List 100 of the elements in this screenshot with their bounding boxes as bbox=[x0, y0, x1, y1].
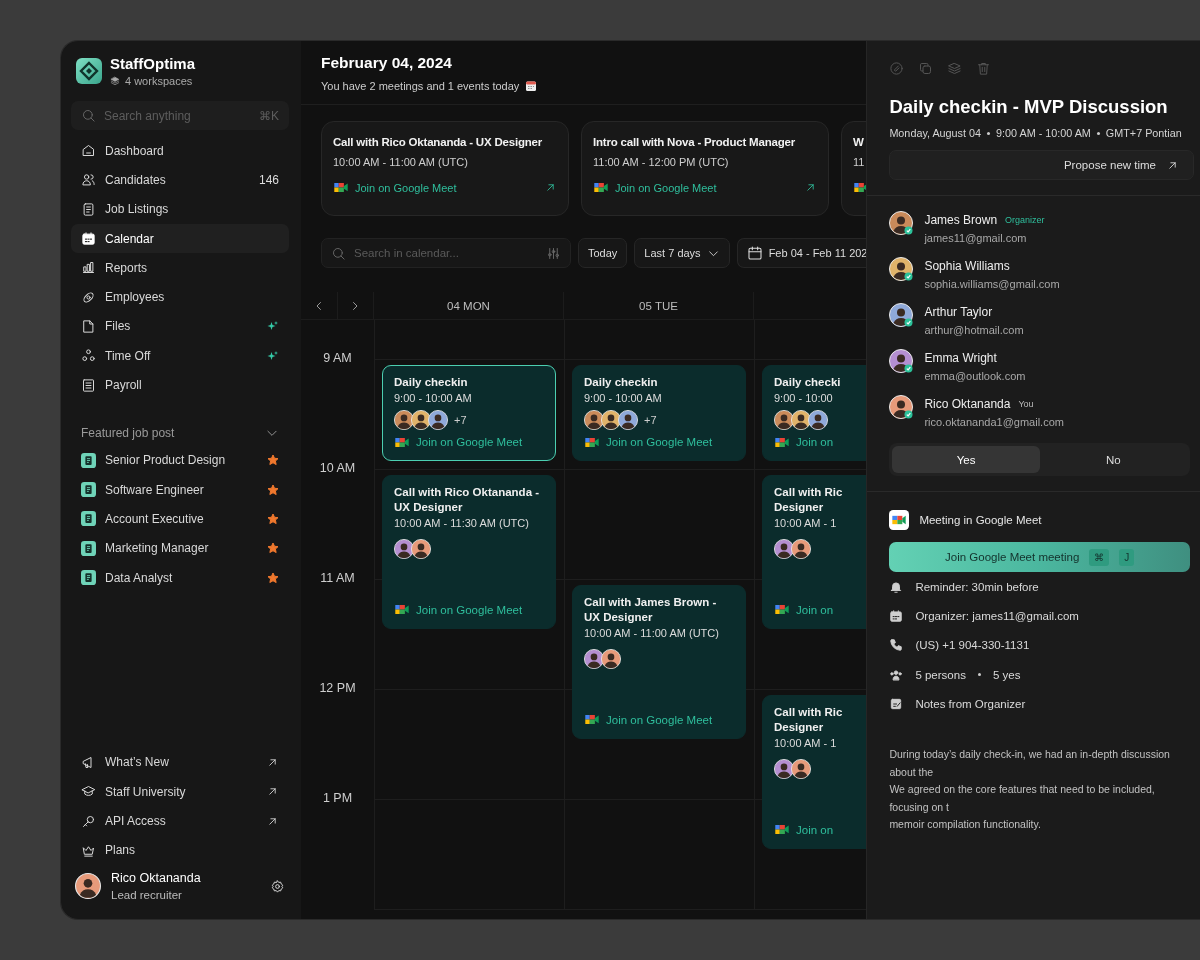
event-card[interactable]: Call with James Brown - UX Designer 10:00 AM - 11:00 AM (UTC) Join on Google Meet bbox=[572, 585, 746, 739]
meet-link[interactable]: Join on Google Meet bbox=[606, 713, 713, 726]
event-title: Call with James Brown - UX Designer bbox=[584, 595, 718, 625]
users-icon bbox=[81, 172, 96, 188]
today-button[interactable]: Today bbox=[578, 238, 628, 268]
separator-dot bbox=[977, 673, 981, 677]
bar-chart-icon bbox=[81, 260, 96, 276]
section-title: Featured job post bbox=[81, 425, 175, 440]
more-count: +7 bbox=[454, 414, 467, 426]
nav-item[interactable]: Candidates 146 bbox=[71, 165, 289, 195]
meet-link[interactable]: Join on Google Meet bbox=[416, 436, 523, 449]
day-header: 04 MON bbox=[447, 299, 490, 312]
event-card[interactable]: Daily checkin 9:00 - 10:00 AM +7 Join on Google Meet bbox=[572, 365, 746, 461]
rsvp-option[interactable]: No bbox=[1039, 446, 1187, 473]
meeting-title: Call with Rico Oktananda - UX Designer bbox=[333, 136, 544, 148]
workspace-count: 4 workspaces bbox=[125, 75, 193, 87]
bell-icon bbox=[889, 579, 904, 594]
nav-item[interactable]: Employees bbox=[71, 282, 289, 312]
google-meet-icon bbox=[774, 823, 790, 836]
link-item[interactable]: API Access bbox=[71, 806, 289, 836]
filter-button[interactable] bbox=[546, 245, 561, 261]
event-card[interactable]: Daily checkin 9:00 - 10:00 AM +7 Join on Google Meet bbox=[382, 365, 556, 461]
job-icon bbox=[81, 540, 96, 556]
attendee-email: sophia.williams@gmail.com bbox=[924, 278, 1060, 290]
attendee-avatar bbox=[618, 410, 638, 430]
layers-button[interactable] bbox=[947, 61, 963, 76]
attendee-avatar bbox=[791, 759, 811, 779]
link-item[interactable]: What’s New bbox=[71, 747, 289, 778]
google-meet-icon bbox=[889, 510, 910, 530]
event-card[interactable]: Call with Ric Designer 10:00 AM - 1 Join on bbox=[762, 695, 867, 849]
link-item[interactable]: Staff University bbox=[71, 777, 289, 807]
meeting-title: Intro call with Nova - Product Manager bbox=[593, 136, 796, 148]
time-zone: GMT+7 Pontian bbox=[1105, 127, 1182, 139]
meet-link[interactable]: Join on Google Meet bbox=[416, 603, 523, 616]
meet-link[interactable]: Join on Google Meet bbox=[615, 181, 798, 194]
meet-link[interactable]: Join on Google Meet bbox=[355, 181, 538, 194]
event-title: Daily checkin - MVP Discussion bbox=[889, 96, 1169, 118]
page-title: February 04, 2024 bbox=[321, 54, 453, 72]
rsvp-option[interactable]: Yes bbox=[892, 446, 1040, 473]
hour-label: 1 PM bbox=[322, 791, 353, 805]
attendee-avatar bbox=[791, 539, 811, 559]
range-dropdown[interactable]: Last 7 days bbox=[634, 238, 730, 268]
job-item[interactable]: Software Engineer bbox=[71, 474, 289, 505]
nav-item[interactable]: Calendar bbox=[71, 223, 289, 254]
nav-item[interactable]: Time Off bbox=[71, 341, 289, 371]
attendee-name: Emma Wright bbox=[924, 351, 997, 365]
meeting-card[interactable]: Call with Rico Oktananda - UX Designer 10:00 AM - 11:00 AM (UTC) Join on Google Meet bbox=[321, 121, 569, 216]
stack-icon bbox=[110, 76, 120, 86]
calendar-search-field[interactable]: Search in calendar... bbox=[354, 247, 538, 259]
user-name: Rico Oktananda bbox=[111, 871, 202, 885]
calendar-icon bbox=[525, 80, 538, 92]
attendee-email: rico.oktananda1@gmail.com bbox=[924, 416, 1064, 428]
google-meet-icon bbox=[774, 603, 790, 616]
event-card[interactable]: Daily checki 9:00 - 10:00 Join on bbox=[762, 365, 867, 461]
job-icon bbox=[81, 452, 96, 468]
job-item[interactable]: Marketing Manager bbox=[71, 533, 289, 563]
nav-item[interactable]: Reports bbox=[71, 253, 289, 283]
copy-button[interactable] bbox=[918, 61, 934, 76]
join-meeting-button[interactable]: Join Google Meet meeting ⌘ J bbox=[889, 542, 1190, 572]
propose-time-button[interactable]: Propose new time bbox=[889, 150, 1194, 180]
date-range-button[interactable]: Feb 04 - Feb 11 202 bbox=[736, 238, 867, 268]
meet-link[interactable]: Join on bbox=[796, 603, 834, 616]
job-item[interactable]: Data Analyst bbox=[71, 562, 289, 593]
shortcut-hint: ⌘K bbox=[259, 108, 279, 123]
settings-icon bbox=[270, 878, 285, 894]
meet-link[interactable]: Join on bbox=[796, 823, 834, 836]
item-count: 146 bbox=[258, 172, 279, 187]
search-field[interactable]: Search anything bbox=[104, 108, 251, 123]
attendee-email: emma@outlook.com bbox=[924, 370, 1026, 382]
nav-item[interactable]: Dashboard bbox=[71, 136, 289, 166]
hour-label: 12 PM bbox=[319, 681, 356, 695]
nav-item[interactable]: Payroll bbox=[71, 370, 289, 400]
delete-button[interactable] bbox=[976, 61, 992, 76]
job-item[interactable]: Senior Product Design bbox=[71, 445, 289, 475]
event-card[interactable]: Call with Ric Designer 10:00 AM - 1 Join on bbox=[762, 475, 867, 629]
event-time: 9:00 - 10:00 AM bbox=[394, 392, 473, 404]
event-card[interactable]: Call with Rico Oktananda - UX Designer 10:00 AM - 11:30 AM (UTC) Join on Google Meet bbox=[382, 475, 556, 629]
filter-icon bbox=[546, 245, 561, 261]
nav-item[interactable]: Job Listings bbox=[71, 194, 289, 224]
calendar-search-bar[interactable]: Search in calendar... bbox=[321, 238, 571, 268]
detail-text: (US) +1 904-330-1131 bbox=[915, 639, 1030, 652]
trash-icon bbox=[976, 61, 992, 76]
detail-text: Organizer: james11@gmail.com bbox=[915, 609, 1079, 622]
hour-label: 11 AM bbox=[320, 571, 355, 585]
people-icon bbox=[889, 667, 904, 682]
meet-link[interactable]: Join on bbox=[796, 436, 834, 449]
settings-button[interactable] bbox=[270, 878, 285, 894]
edit-button[interactable] bbox=[889, 61, 905, 76]
nav-item[interactable]: Files bbox=[71, 311, 289, 342]
event-time: 10:00 AM - 1 bbox=[774, 517, 838, 529]
calendar-icon bbox=[889, 608, 904, 623]
link-item[interactable]: Plans bbox=[71, 835, 289, 865]
job-item[interactable]: Account Executive bbox=[71, 504, 289, 534]
calendar-icon bbox=[746, 245, 763, 261]
meeting-card[interactable]: W 11 bbox=[841, 121, 867, 216]
key-icon bbox=[81, 813, 96, 829]
meeting-card[interactable]: Intro call with Nova - Product Manager 11:00 AM - 12:00 PM (UTC) Join on Google Meet bbox=[581, 121, 829, 216]
meet-link[interactable]: Join on Google Meet bbox=[606, 436, 713, 449]
google-meet-icon bbox=[853, 181, 867, 194]
event-time: 9:00 AM - 10:00 AM bbox=[996, 127, 1091, 139]
